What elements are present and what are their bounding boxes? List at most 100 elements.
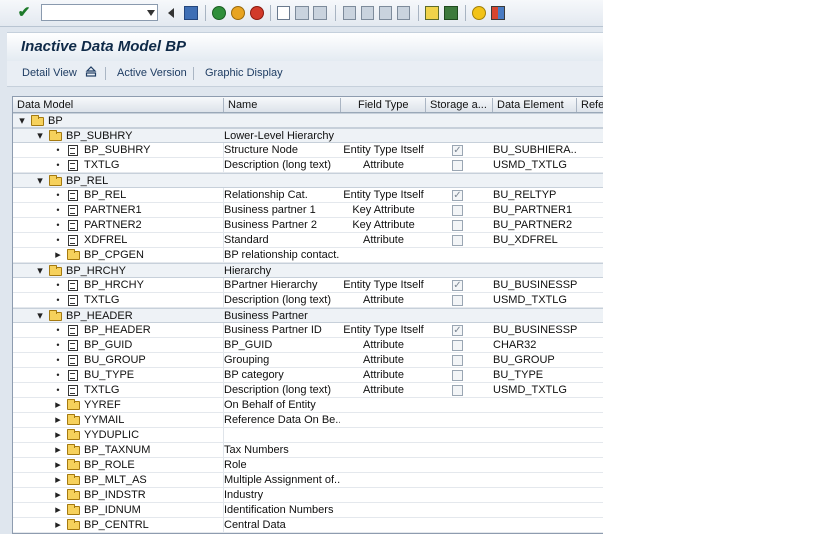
exit-icon[interactable] [231, 6, 245, 20]
enter-icon[interactable]: ✔ [16, 5, 32, 21]
tree-node-row[interactable]: ▸ BP_CENTRL Central Data [13, 518, 603, 533]
tree-node-row[interactable]: ▸ BP_INDSTR Industry [13, 488, 603, 503]
column-header-storage[interactable]: Storage a... [426, 98, 493, 112]
collapse-toggle-icon[interactable]: ▸ [53, 473, 63, 488]
tree-node-label[interactable]: BP_REL [66, 174, 108, 189]
storage-checkbox[interactable] [452, 355, 463, 366]
shortcut-icon[interactable] [444, 6, 458, 20]
find-icon[interactable] [295, 6, 309, 20]
column-header-data-model[interactable]: Data Model [13, 98, 224, 112]
expand-toggle-icon[interactable]: ▾ [35, 309, 45, 324]
storage-checkbox[interactable] [452, 340, 463, 351]
tree-node-row[interactable]: ▸ BP_MLT_AS Multiple Assignment of... [13, 473, 603, 488]
tree-node-label[interactable]: TXTLG [84, 383, 119, 398]
tree-node-label[interactable]: YYDUPLIC [84, 428, 139, 443]
tree-node-label[interactable]: BP_SUBHRY [66, 129, 132, 144]
tree-field-row[interactable]: • BP_GUID BP_GUID Attribute CHAR32 [13, 338, 603, 353]
column-header-name[interactable]: Name [224, 98, 341, 112]
tree-node-label[interactable]: BP_HRCHY [66, 264, 126, 279]
tree-node-row[interactable]: ▸ BP_ROLE Role [13, 458, 603, 473]
tree-node-row[interactable]: ▸ YYDUPLIC [13, 428, 603, 443]
first-page-icon[interactable] [343, 6, 356, 20]
tree-field-row[interactable]: • BP_SUBHRY Structure Node Entity Type Itse… [13, 143, 603, 158]
tree-field-row[interactable]: • BP_HRCHY BPartner Hierarchy Entity Type I… [13, 278, 603, 293]
tree-node-label[interactable]: XDFREL [84, 233, 127, 248]
tree-field-row[interactable]: • BU_TYPE BP category Attribute BU_TYPE [13, 368, 603, 383]
tree-node-row[interactable]: ▾ BP_HEADER Business Partner [13, 308, 603, 323]
tree-node-label[interactable]: BP_ROLE [84, 458, 135, 473]
storage-checkbox[interactable] [452, 160, 463, 171]
storage-checkbox[interactable] [452, 220, 463, 231]
tree-node-label[interactable]: BP_CPGEN [84, 248, 144, 263]
storage-checkbox[interactable]: ✓ [452, 280, 463, 291]
last-page-icon[interactable] [397, 6, 410, 20]
collapse-toggle-icon[interactable]: ▸ [53, 518, 63, 533]
collapse-toggle-icon[interactable]: ▸ [53, 443, 63, 458]
active-version-button[interactable]: Active Version [117, 67, 187, 79]
change-display-icon[interactable] [85, 65, 97, 81]
tree-node-label[interactable]: YYMAIL [84, 413, 124, 428]
column-header-data-element[interactable]: Data Element [493, 98, 577, 112]
tree-node-label[interactable]: BP_MLT_AS [84, 473, 147, 488]
tree-node-row[interactable]: ▸ BP_TAXNUM Tax Numbers [13, 443, 603, 458]
detail-view-button[interactable]: Detail View [22, 67, 77, 79]
next-page-icon[interactable] [379, 6, 392, 20]
tree-field-row[interactable]: • PARTNER2 Business Partner 2 Key Attribute… [13, 218, 603, 233]
find-next-icon[interactable] [313, 6, 327, 20]
tree-node-label[interactable]: TXTLG [84, 293, 119, 308]
tree-node-label[interactable]: BP_REL [84, 188, 126, 203]
expand-toggle-icon[interactable]: ▾ [17, 114, 27, 129]
tree-field-row[interactable]: • TXTLG Description (long text) Attribute US… [13, 383, 603, 398]
expand-toggle-icon[interactable]: ▾ [35, 129, 45, 144]
command-field[interactable] [41, 4, 158, 21]
column-header-reference[interactable]: Refe [577, 98, 603, 112]
storage-checkbox[interactable]: ✓ [452, 325, 463, 336]
expand-toggle-icon[interactable]: ▾ [35, 264, 45, 279]
tree-node-label[interactable]: BP_GUID [84, 338, 132, 353]
tree-node-label[interactable]: BP_CENTRL [84, 518, 149, 533]
back-nav-icon[interactable] [212, 6, 226, 20]
collapse-toggle-icon[interactable]: ▸ [53, 488, 63, 503]
cancel-icon[interactable] [250, 6, 264, 20]
collapse-toggle-icon[interactable]: ▸ [53, 398, 63, 413]
tree-node-label[interactable]: BP_HEADER [84, 323, 151, 338]
tree-field-row[interactable]: • TXTLG Description (long text) Attribute US… [13, 158, 603, 173]
save-icon[interactable] [184, 6, 198, 20]
graphic-display-button[interactable]: Graphic Display [205, 67, 283, 79]
collapse-toggle-icon[interactable]: ▸ [53, 503, 63, 518]
tree-node-row[interactable]: ▸ YYREF On Behalf of Entity [13, 398, 603, 413]
tree-node-label[interactable]: BU_GROUP [84, 353, 146, 368]
tree-node-row[interactable]: ▾ BP [13, 113, 603, 128]
tree-node-label[interactable]: BP [48, 114, 63, 129]
tree-node-label[interactable]: PARTNER1 [84, 203, 142, 218]
storage-checkbox[interactable] [452, 205, 463, 216]
tree-node-label[interactable]: PARTNER2 [84, 218, 142, 233]
tree-field-row[interactable]: • BP_REL Relationship Cat. Entity Type Itse… [13, 188, 603, 203]
expand-toggle-icon[interactable]: ▾ [35, 174, 45, 189]
chevron-down-icon[interactable] [147, 10, 155, 16]
storage-checkbox[interactable]: ✓ [452, 145, 463, 156]
column-header-field-type[interactable]: Field Type [341, 98, 426, 112]
storage-checkbox[interactable] [452, 295, 463, 306]
tree-node-label[interactable]: BP_HRCHY [84, 278, 144, 293]
collapse-toggle-icon[interactable]: ▸ [53, 413, 63, 428]
tree-node-label[interactable]: YYREF [84, 398, 121, 413]
tree-node-row[interactable]: ▾ BP_HRCHY Hierarchy [13, 263, 603, 278]
tree-node-label[interactable]: BP_SUBHRY [84, 143, 150, 158]
collapse-toggle-icon[interactable]: ▸ [53, 458, 63, 473]
help-icon[interactable] [472, 6, 486, 20]
tree-node-label[interactable]: BU_TYPE [84, 368, 134, 383]
storage-checkbox[interactable]: ✓ [452, 190, 463, 201]
tree-node-label[interactable]: BP_IDNUM [84, 503, 141, 518]
customize-layout-icon[interactable] [491, 6, 505, 20]
tree-field-row[interactable]: • XDFREL Standard Attribute BU_XDFREL [13, 233, 603, 248]
tree-node-row[interactable]: ▸ YYMAIL Reference Data On Be... [13, 413, 603, 428]
print-icon[interactable] [277, 6, 290, 20]
tree-field-row[interactable]: • TXTLG Description (long text) Attribute US… [13, 293, 603, 308]
collapse-toggle-icon[interactable]: ▸ [53, 248, 63, 263]
storage-checkbox[interactable] [452, 235, 463, 246]
tree-node-label[interactable]: BP_HEADER [66, 309, 133, 324]
collapse-toggle-icon[interactable]: ▸ [53, 428, 63, 443]
storage-checkbox[interactable] [452, 370, 463, 381]
tree-node-row[interactable]: ▾ BP_SUBHRY Lower-Level Hierarchy [13, 128, 603, 143]
